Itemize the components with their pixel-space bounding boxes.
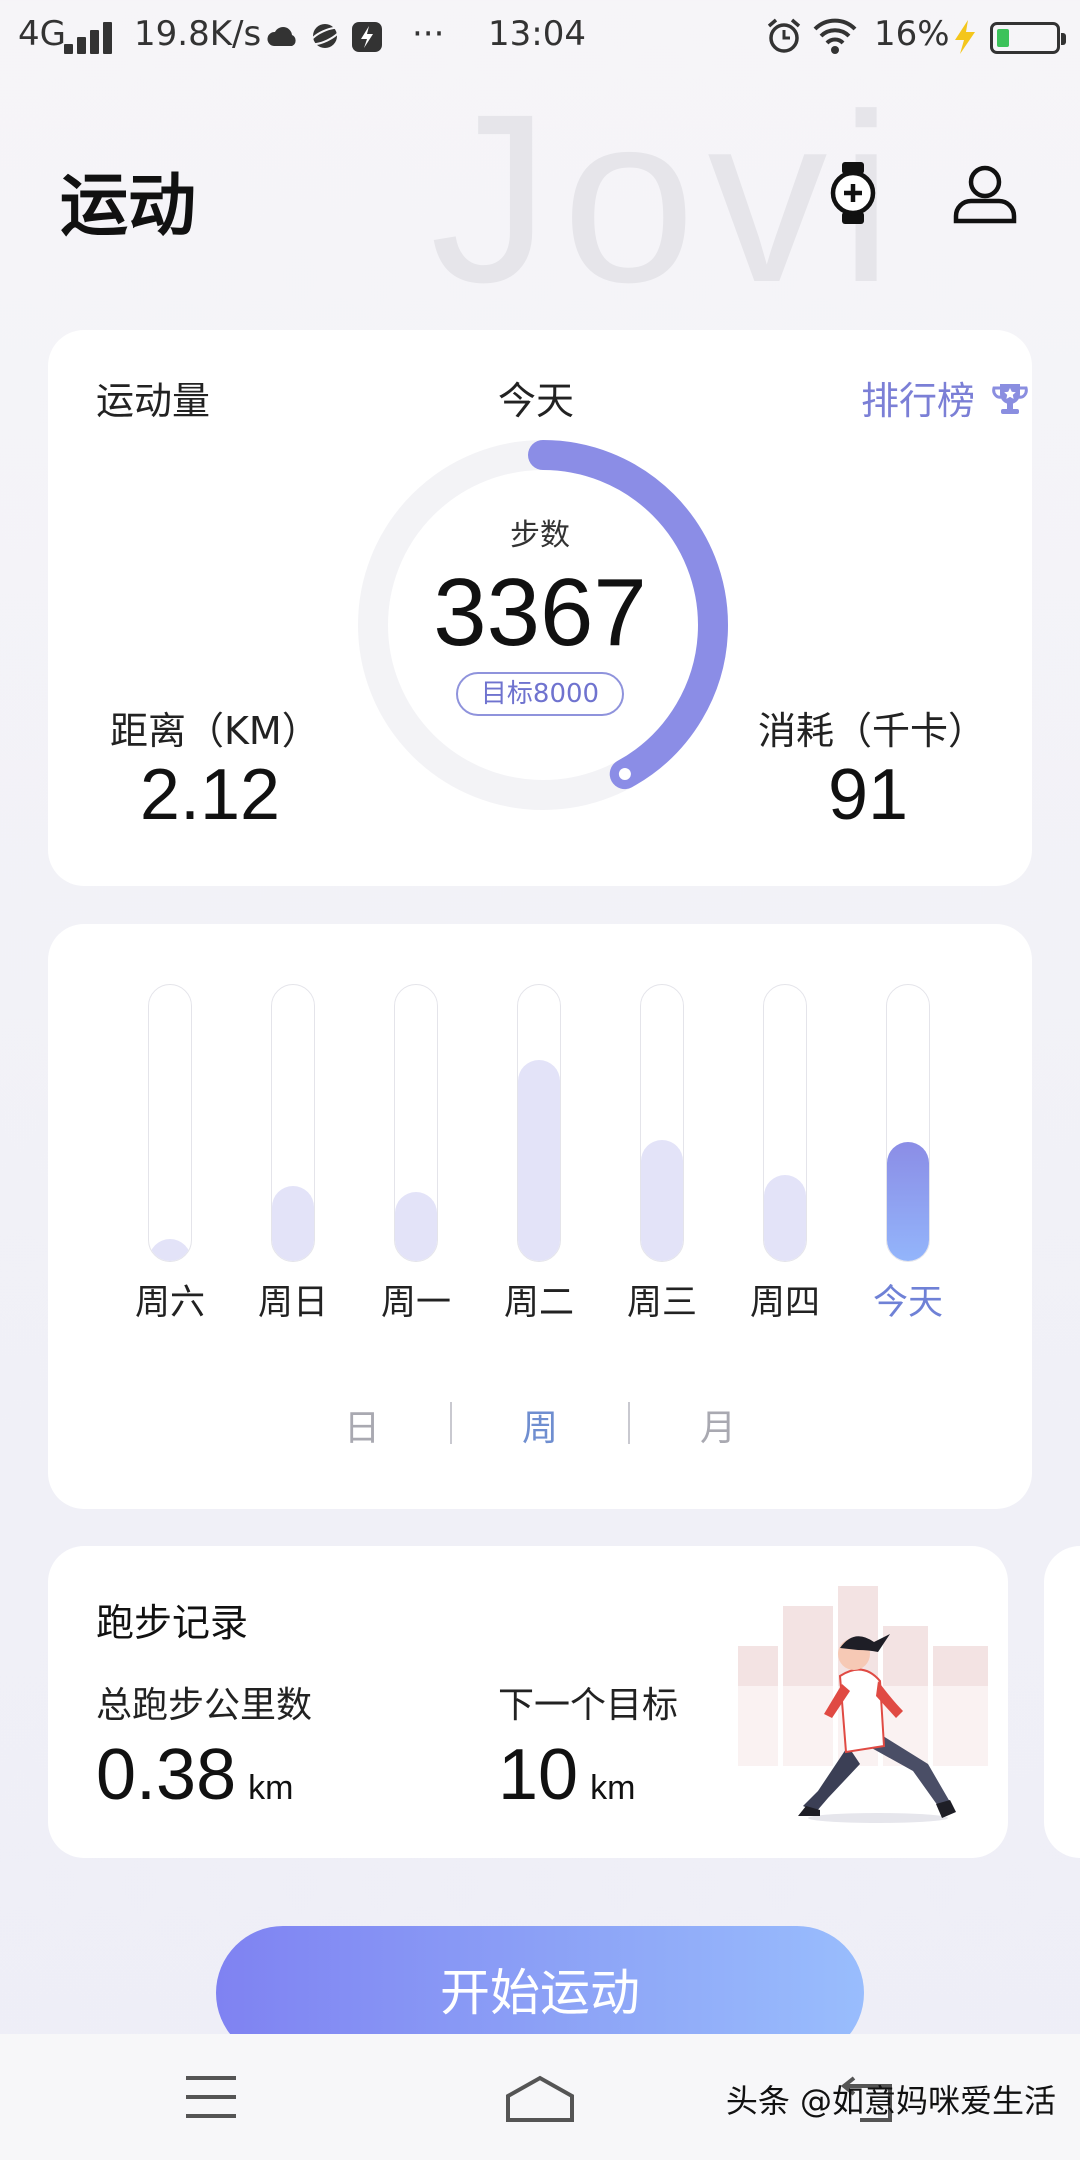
network-type: 4G [18, 14, 66, 54]
menu-icon[interactable] [184, 2074, 238, 2120]
day-bar[interactable] [148, 984, 192, 1262]
day-bar[interactable] [640, 984, 684, 1262]
day-bar-fill [764, 1175, 806, 1261]
day-bar-fill [395, 1192, 437, 1261]
activity-summary-card[interactable]: 运动量 今天 排行榜 步数 3367 目标8000 距离（KM） 2.12 消耗… [48, 330, 1032, 886]
signal-icon [64, 22, 122, 54]
wifi-icon [813, 18, 857, 54]
distance-label: 距离（KM） [110, 709, 320, 753]
next-card-peek[interactable] [1044, 1546, 1080, 1858]
more-dots: ··· [412, 14, 445, 54]
goal-badge: 目标8000 [456, 672, 624, 716]
next-goal-label: 下一个目标 [498, 1685, 679, 1726]
distance-value: 2.12 [139, 755, 281, 835]
weekly-steps-card: 周六 周日 周一 周二 周三 周四 今天 日 周 月 [48, 924, 1032, 1509]
day-label-today: 今天 [872, 1283, 943, 1323]
system-nav-bar: 头条 @如意妈咪爱生活 [0, 2034, 1080, 2160]
total-distance-unit: km [248, 1769, 294, 1807]
battery-icon [990, 22, 1066, 54]
trophy-icon [992, 384, 1028, 414]
day-label: 周三 [626, 1283, 697, 1323]
network-speed: 19.8K/s [134, 14, 262, 54]
day-bar-today[interactable] [886, 984, 930, 1262]
alarm-icon [767, 18, 801, 53]
source-credit: 头条 @如意妈咪爱生活 [725, 2082, 1056, 2120]
cloud-icon [267, 27, 296, 46]
steps-label: 步数 [510, 518, 570, 553]
day-bar[interactable] [517, 984, 561, 1262]
segment-week[interactable]: 周 [500, 1399, 580, 1451]
profile-icon[interactable] [950, 158, 1020, 228]
battery-percent: 16% [874, 14, 950, 54]
day-bar-fill [641, 1139, 683, 1261]
clock: 13:04 [488, 14, 586, 54]
total-distance-number: 0.38 [96, 1735, 237, 1815]
day-label: 周六 [134, 1283, 205, 1323]
day-label: 周一 [380, 1283, 451, 1323]
total-distance-value: 0.38 km [96, 1734, 293, 1816]
total-distance-label: 总跑步公里数 [96, 1685, 313, 1726]
day-bar[interactable] [394, 984, 438, 1262]
segment-day[interactable]: 日 [322, 1399, 402, 1451]
day-bar[interactable] [763, 984, 807, 1262]
charging-icon [955, 20, 975, 54]
segment-divider [450, 1402, 452, 1444]
planet-icon [309, 24, 341, 48]
day-label: 周日 [257, 1283, 328, 1323]
next-goal-number: 10 [498, 1735, 579, 1815]
calories-label: 消耗（千卡） [758, 709, 987, 753]
segment-divider [628, 1402, 630, 1444]
day-bar-fill [518, 1059, 560, 1261]
ranking-label: 排行榜 [861, 379, 976, 423]
running-record-card[interactable]: 跑步记录 总跑步公里数 0.38 km 下一个目标 10 km [48, 1546, 1008, 1858]
period-label: 今天 [498, 379, 575, 423]
flash-app-icon [352, 22, 382, 52]
runner-illustration [728, 1586, 998, 1836]
day-label: 周四 [749, 1283, 820, 1323]
ranking-link[interactable]: 排行榜 [861, 370, 1029, 425]
next-goal-unit: km [590, 1769, 636, 1807]
next-goal-value: 10 km [498, 1734, 635, 1816]
add-watch-icon[interactable] [818, 158, 888, 228]
day-label: 周二 [503, 1283, 574, 1323]
page-title: 运动 [60, 167, 197, 246]
day-bar-fill [272, 1186, 314, 1261]
steps-count: 3367 [433, 559, 647, 666]
calories-value: 91 [827, 755, 909, 835]
segment-month[interactable]: 月 [678, 1399, 758, 1451]
activity-label: 运动量 [96, 379, 211, 423]
day-bar-fill [149, 1238, 191, 1261]
running-record-title: 跑步记录 [96, 1601, 249, 1645]
home-icon[interactable] [504, 2074, 576, 2124]
day-bar[interactable] [271, 984, 315, 1262]
day-bar-fill [887, 1142, 929, 1261]
